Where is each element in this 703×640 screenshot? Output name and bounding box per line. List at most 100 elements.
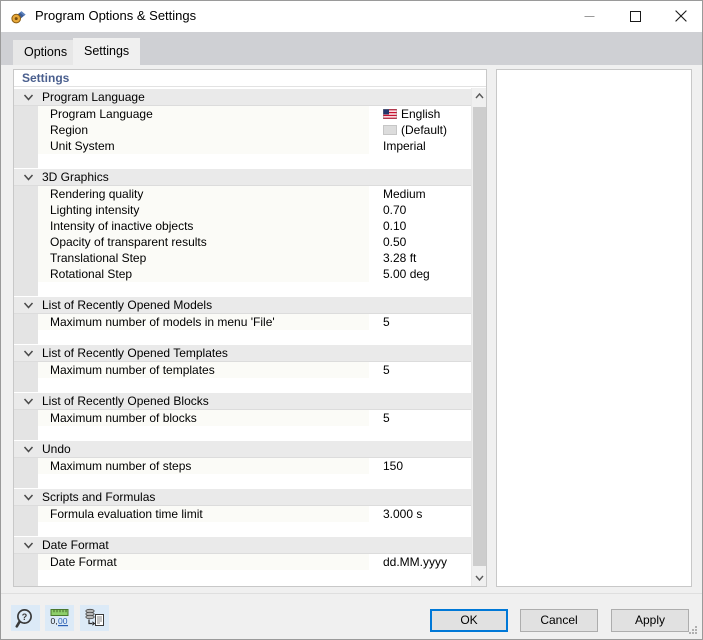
ok-button[interactable]: OK bbox=[430, 609, 508, 632]
settings-dialog-window: Program Options & Settings Options Setti… bbox=[0, 0, 703, 640]
settings-item-row[interactable]: Region (Default) bbox=[14, 122, 471, 138]
settings-item-row[interactable]: Intensity of inactive objects 0.10 bbox=[14, 218, 471, 234]
scroll-up-button[interactable] bbox=[472, 88, 486, 105]
settings-group-row[interactable]: List of Recently Opened Models bbox=[14, 296, 471, 314]
units-settings-button[interactable]: 0, 00 bbox=[45, 605, 74, 631]
maximize-button[interactable] bbox=[612, 1, 658, 31]
settings-group-row[interactable]: List of Recently Opened Templates bbox=[14, 344, 471, 362]
setting-value-cell[interactable]: 5 bbox=[369, 314, 471, 330]
spacer-fill bbox=[38, 154, 471, 168]
setting-value: English bbox=[401, 107, 441, 121]
scroll-thumb[interactable] bbox=[473, 107, 486, 566]
settings-group-row[interactable]: 3D Graphics bbox=[14, 168, 471, 186]
group-expander-toggle[interactable] bbox=[22, 489, 35, 505]
setting-value-cell[interactable]: 0.10 bbox=[369, 218, 471, 234]
setting-label-cell: Opacity of transparent results bbox=[38, 234, 369, 250]
group-expander-toggle[interactable] bbox=[22, 89, 35, 105]
settings-item-row[interactable]: Rendering quality Medium bbox=[14, 186, 471, 202]
group-spacer-row bbox=[14, 570, 471, 584]
setting-value: (Default) bbox=[401, 123, 448, 137]
setting-value-cell[interactable]: Imperial bbox=[369, 138, 471, 154]
help-search-button[interactable]: ? bbox=[11, 605, 40, 631]
chevron-down-icon bbox=[23, 446, 34, 453]
setting-label-cell: Rendering quality bbox=[38, 186, 369, 202]
row-gutter bbox=[14, 506, 38, 522]
settings-item-row[interactable]: Maximum number of blocks 5 bbox=[14, 410, 471, 426]
settings-group-row[interactable]: List of Recently Opened Blocks bbox=[14, 392, 471, 410]
settings-group-row[interactable]: Undo bbox=[14, 440, 471, 458]
setting-label: Unit System bbox=[50, 139, 115, 153]
spacer-fill bbox=[38, 282, 471, 296]
group-expander-toggle[interactable] bbox=[22, 537, 35, 553]
tab-options[interactable]: Options bbox=[13, 40, 79, 65]
group-spacer-row bbox=[14, 154, 471, 168]
settings-item-row[interactable]: Date Format dd.MM.yyyy bbox=[14, 554, 471, 570]
settings-item-row[interactable]: Maximum number of templates 5 bbox=[14, 362, 471, 378]
close-button[interactable] bbox=[658, 1, 702, 31]
settings-item-row[interactable]: Rotational Step 5.00 deg bbox=[14, 266, 471, 282]
group-expander-toggle[interactable] bbox=[22, 345, 35, 361]
setting-value-cell[interactable]: 5.00 deg bbox=[369, 266, 471, 282]
row-gutter bbox=[14, 154, 38, 168]
settings-tree-body[interactable]: Program Language Program Language English R… bbox=[14, 88, 471, 586]
setting-value-cell[interactable]: 0.50 bbox=[369, 234, 471, 250]
us-flag-icon bbox=[383, 109, 397, 119]
import-settings-icon bbox=[85, 608, 104, 626]
group-expander-toggle[interactable] bbox=[22, 393, 35, 409]
settings-item-row[interactable]: Translational Step 3.28 ft bbox=[14, 250, 471, 266]
row-gutter bbox=[14, 522, 38, 536]
row-gutter bbox=[14, 138, 38, 154]
setting-value-cell[interactable]: (Default) bbox=[369, 122, 471, 138]
settings-item-row[interactable]: Opacity of transparent results 0.50 bbox=[14, 234, 471, 250]
setting-value-cell[interactable]: Medium bbox=[369, 186, 471, 202]
setting-value-cell[interactable]: English bbox=[369, 106, 471, 122]
row-gutter bbox=[14, 202, 38, 218]
tab-strip: Options Settings bbox=[1, 32, 702, 65]
settings-group-title: 3D Graphics bbox=[42, 170, 109, 184]
scroll-down-button[interactable] bbox=[472, 569, 486, 586]
setting-label-cell: Formula evaluation time limit bbox=[38, 506, 369, 522]
setting-value-cell[interactable]: 0.70 bbox=[369, 202, 471, 218]
setting-value-cell[interactable]: 5 bbox=[369, 362, 471, 378]
settings-item-row[interactable]: Lighting intensity 0.70 bbox=[14, 202, 471, 218]
setting-value-cell[interactable]: 3.28 ft bbox=[369, 250, 471, 266]
settings-group-title: Date Format bbox=[42, 538, 109, 552]
row-gutter bbox=[14, 554, 38, 570]
settings-group-row[interactable]: Program Language bbox=[14, 88, 471, 106]
row-gutter bbox=[14, 250, 38, 266]
setting-value-cell[interactable]: 5 bbox=[369, 410, 471, 426]
setting-label-cell: Rotational Step bbox=[38, 266, 369, 282]
row-gutter bbox=[14, 122, 38, 138]
minimize-button[interactable] bbox=[566, 1, 612, 31]
settings-item-row[interactable]: Formula evaluation time limit 3.000 s bbox=[14, 506, 471, 522]
setting-value-cell[interactable]: 3.000 s bbox=[369, 506, 471, 522]
group-spacer-row bbox=[14, 282, 471, 296]
setting-label-cell: Lighting intensity bbox=[38, 202, 369, 218]
setting-label-cell: Maximum number of blocks bbox=[38, 410, 369, 426]
row-gutter bbox=[14, 234, 38, 250]
settings-group-row[interactable]: Scripts and Formulas bbox=[14, 488, 471, 506]
settings-item-row[interactable]: Maximum number of models in menu 'File' 5 bbox=[14, 314, 471, 330]
spacer-fill bbox=[38, 474, 471, 488]
tab-settings[interactable]: Settings bbox=[73, 38, 141, 65]
setting-value: 3.28 ft bbox=[383, 251, 417, 265]
settings-item-row[interactable]: Maximum number of steps 150 bbox=[14, 458, 471, 474]
group-expander-toggle[interactable] bbox=[22, 169, 35, 185]
settings-item-row[interactable]: Program Language English bbox=[14, 106, 471, 122]
row-gutter bbox=[14, 266, 38, 282]
apply-button[interactable]: Apply bbox=[611, 609, 689, 632]
group-expander-toggle[interactable] bbox=[22, 297, 35, 313]
import-export-settings-button[interactable] bbox=[80, 605, 109, 631]
cancel-button[interactable]: Cancel bbox=[520, 609, 598, 632]
resize-grip[interactable] bbox=[687, 624, 699, 636]
group-expander-toggle[interactable] bbox=[22, 441, 35, 457]
settings-tree-header-label: Settings bbox=[22, 71, 70, 85]
row-gutter bbox=[14, 106, 38, 122]
tree-vertical-scrollbar[interactable] bbox=[471, 88, 486, 586]
setting-value-cell[interactable]: 150 bbox=[369, 458, 471, 474]
settings-group-row[interactable]: Date Format bbox=[14, 536, 471, 554]
setting-value-cell[interactable]: dd.MM.yyyy bbox=[369, 554, 471, 570]
setting-label: Rotational Step bbox=[50, 267, 133, 281]
settings-group-title: List of Recently Opened Models bbox=[42, 298, 213, 312]
settings-item-row[interactable]: Unit System Imperial bbox=[14, 138, 471, 154]
